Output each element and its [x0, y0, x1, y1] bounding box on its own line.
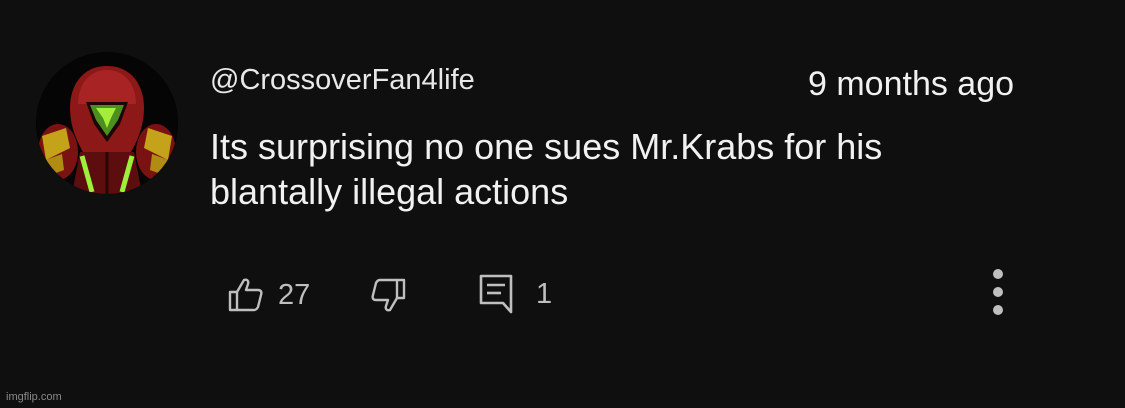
armored-helmet-icon: [36, 52, 178, 194]
comment-text-line: blantally illegal actions: [210, 171, 569, 212]
comment-card: @CrossoverFan4life 9 months ago Its surp…: [0, 0, 1125, 408]
timestamp[interactable]: 9 months ago: [808, 65, 1014, 104]
username[interactable]: @CrossoverFan4life: [210, 64, 475, 97]
reply-button[interactable]: 1: [478, 273, 552, 315]
like-count: 27: [278, 278, 311, 311]
dislike-button[interactable]: [370, 276, 408, 314]
vertical-dots-icon: [993, 269, 1003, 315]
comment-text: Its surprising no one sues Mr.Krabs for …: [210, 124, 1070, 214]
thumbs-down-icon: [371, 278, 406, 312]
like-button[interactable]: 27: [226, 276, 310, 314]
more-options-button[interactable]: [984, 268, 1012, 320]
avatar[interactable]: [36, 52, 178, 194]
reply-count: 1: [536, 277, 553, 310]
thumbs-up-icon: [228, 278, 263, 312]
comment-text-line: Its surprising no one sues Mr.Krabs for …: [210, 126, 883, 167]
comment-icon: [479, 274, 513, 314]
watermark: imgflip.com: [6, 391, 62, 403]
